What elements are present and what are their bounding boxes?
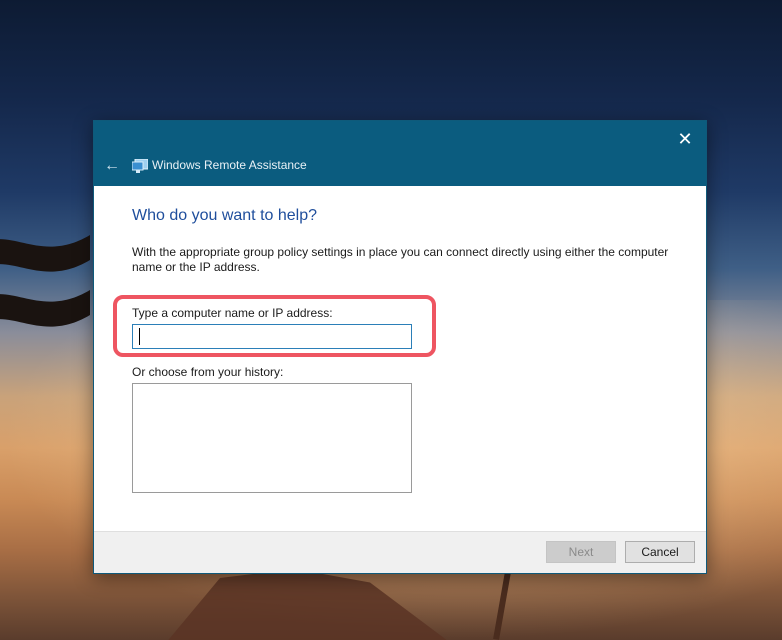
back-arrow-icon[interactable]: ← bbox=[100, 155, 124, 177]
history-label: Or choose from your history: bbox=[132, 365, 284, 379]
next-button[interactable]: Next bbox=[546, 541, 616, 563]
page-description: With the appropriate group policy settin… bbox=[132, 245, 669, 274]
computer-name-input[interactable] bbox=[132, 324, 412, 349]
computer-name-label: Type a computer name or IP address: bbox=[132, 306, 333, 320]
title-bar: ✕ ← Windows Remote Assistance bbox=[94, 121, 706, 186]
remote-assistance-dialog: ✕ ← Windows Remote Assistance Who do you… bbox=[93, 120, 707, 574]
history-list[interactable] bbox=[132, 383, 412, 493]
wallpaper-wave-shape bbox=[0, 235, 90, 327]
cancel-button[interactable]: Cancel bbox=[625, 541, 695, 563]
close-icon[interactable]: ✕ bbox=[672, 126, 698, 152]
page-heading: Who do you want to help? bbox=[132, 207, 318, 224]
dialog-content: Who do you want to help? With the approp… bbox=[132, 207, 677, 275]
remote-assistance-icon bbox=[132, 159, 148, 173]
text-caret bbox=[139, 328, 140, 345]
window-title: Windows Remote Assistance bbox=[152, 158, 307, 172]
dialog-footer: Next Cancel bbox=[94, 531, 706, 573]
